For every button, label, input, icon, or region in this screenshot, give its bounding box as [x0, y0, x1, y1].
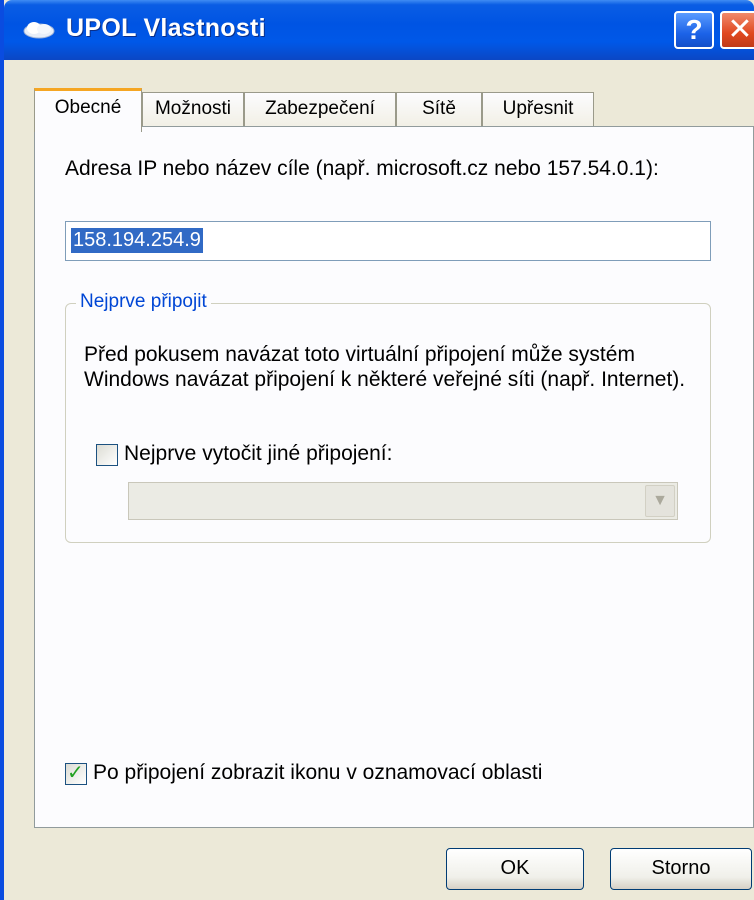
properties-dialog: UPOL Vlastnosti ? ✕ Obecné Možnosti Zabe… — [0, 0, 754, 900]
general-tab-panel: Adresa IP nebo název cíle (např. microso… — [34, 126, 754, 828]
title-bar[interactable]: UPOL Vlastnosti ? ✕ — [4, 0, 754, 60]
dial-first-checkbox[interactable] — [96, 444, 118, 466]
first-connect-title: Nejprve připojit — [76, 291, 211, 313]
ok-button[interactable]: OK — [446, 848, 584, 890]
close-button[interactable]: ✕ — [720, 11, 754, 49]
tab-zabezpeceni[interactable]: Zabezpečení — [244, 92, 396, 128]
notify-checkbox[interactable]: ✓ — [65, 762, 87, 785]
cancel-button[interactable]: Storno — [610, 848, 752, 890]
tab-obecne[interactable]: Obecné — [34, 88, 142, 132]
help-button[interactable]: ? — [674, 11, 714, 49]
first-connect-description: Před pokusem navázat toto virtuální přip… — [84, 343, 686, 391]
tab-moznosti[interactable]: Možnosti — [142, 92, 244, 128]
tab-upresnit[interactable]: Upřesnit — [482, 92, 594, 128]
notify-label: Po připojení zobrazit ikonu v oznamovací… — [93, 761, 543, 784]
ip-address-value: 158.194.254.9 — [71, 228, 203, 253]
ip-address-label: Adresa IP nebo název cíle (např. microso… — [65, 157, 659, 180]
window-title: UPOL Vlastnosti — [66, 14, 266, 42]
checkmark-icon: ✓ — [67, 762, 84, 784]
network-connection-icon — [23, 22, 55, 39]
tab-site[interactable]: Sítě — [396, 92, 482, 128]
ip-address-input[interactable]: 158.194.254.9 — [65, 221, 711, 261]
dial-first-label: Nejprve vytočit jiné připojení: — [124, 442, 393, 465]
dial-connection-select[interactable]: ▼ — [128, 482, 678, 520]
chevron-down-icon[interactable]: ▼ — [645, 485, 675, 517]
first-connect-group: Nejprve připojit Před pokusem navázat to… — [65, 291, 711, 543]
